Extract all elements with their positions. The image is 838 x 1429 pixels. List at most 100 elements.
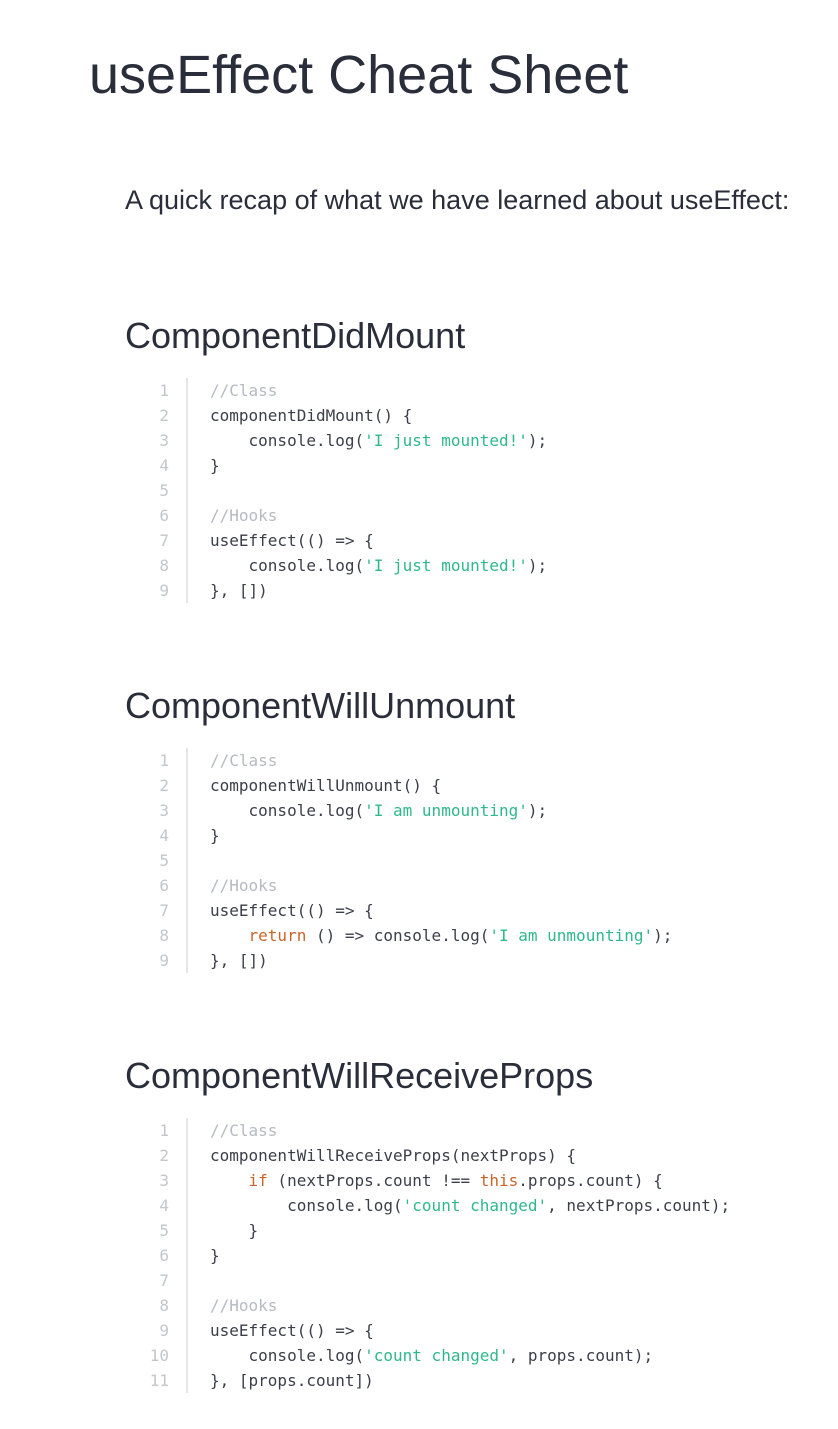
code-token: () => console.log( — [306, 926, 490, 945]
line-number: 6 — [125, 873, 188, 898]
code-text: //Class — [188, 1118, 277, 1143]
code-line: 6 //Hooks — [125, 503, 825, 528]
line-number: 3 — [125, 1168, 188, 1193]
code-token: } — [210, 1246, 220, 1265]
code-token: , props.count); — [508, 1346, 654, 1365]
code-line: 4 console.log('count changed', nextProps… — [125, 1193, 825, 1218]
line-number: 11 — [125, 1368, 188, 1393]
code-line: 1 //Class — [125, 378, 825, 403]
code-line: 4} — [125, 823, 825, 848]
line-number: 8 — [125, 1293, 188, 1318]
line-number: 8 — [125, 923, 188, 948]
code-token: useEffect(() => { — [210, 531, 374, 550]
code-token: console.log( — [210, 556, 365, 575]
code-block: 1 //Class 2 componentWillReceiveProps(nextP… — [125, 1118, 825, 1393]
code-line: 7 useEffect(() => { — [125, 898, 825, 923]
code-text: //Hooks — [188, 1293, 277, 1318]
code-line: 3 console.log('I am unmounting'); — [125, 798, 825, 823]
line-number: 4 — [125, 453, 188, 478]
line-number: 1 — [125, 378, 188, 403]
code-token: useEffect(() => { — [210, 1321, 374, 1340]
line-number: 4 — [125, 1193, 188, 1218]
code-token: , nextProps.count); — [547, 1196, 731, 1215]
line-number: 7 — [125, 898, 188, 923]
code-line: 8 //Hooks — [125, 1293, 825, 1318]
code-line: 2 componentWillReceiveProps(nextProps) { — [125, 1143, 825, 1168]
line-number: 5 — [125, 848, 188, 873]
code-token: 'count changed' — [364, 1346, 509, 1365]
code-token: componentWillUnmount() { — [210, 776, 442, 795]
code-token: ); — [653, 926, 673, 945]
code-text: console.log('I just mounted!'); — [188, 553, 548, 578]
code-line: 6 //Hooks — [125, 873, 825, 898]
section-heading: ComponentDidMount — [125, 315, 466, 356]
code-line: 3 if (nextProps.count !== this.props.cou… — [125, 1168, 825, 1193]
intro-text: A quick recap of what we have learned ab… — [125, 185, 790, 215]
code-line: 5 — [125, 848, 825, 873]
code-token: componentDidMount() { — [210, 406, 413, 425]
line-number: 3 — [125, 798, 188, 823]
code-line: 2 componentWillUnmount() { — [125, 773, 825, 798]
code-text: //Class — [188, 748, 277, 773]
code-line: 1 //Class — [125, 748, 825, 773]
section-component-will-unmount: ComponentWillUnmount 1 //Class 2 componentW… — [125, 684, 825, 973]
code-text: } — [188, 453, 220, 478]
code-token: //Hooks — [210, 876, 278, 895]
code-line: 5 — [125, 478, 825, 503]
code-token: return — [248, 926, 307, 945]
code-text: componentWillUnmount() { — [188, 773, 441, 798]
code-token: } — [210, 1221, 259, 1240]
code-text: } — [188, 1218, 259, 1243]
code-text: componentDidMount() { — [188, 403, 412, 428]
section-heading: ComponentWillUnmount — [125, 685, 516, 726]
code-line: 7 useEffect(() => { — [125, 528, 825, 553]
code-token: } — [210, 826, 220, 845]
code-line: 1 //Class — [125, 1118, 825, 1143]
code-token: } — [210, 456, 220, 475]
code-token: 'I am unmounting' — [364, 801, 528, 820]
code-text: }, []) — [188, 948, 268, 973]
code-text: console.log('I just mounted!'); — [188, 428, 548, 453]
line-number: 5 — [125, 478, 188, 503]
line-number: 1 — [125, 1118, 188, 1143]
code-text: //Hooks — [188, 503, 277, 528]
code-token: //Class — [210, 381, 278, 400]
code-token: useEffect(() => { — [210, 901, 374, 920]
line-number: 1 — [125, 748, 188, 773]
code-line: 8 console.log('I just mounted!'); — [125, 553, 825, 578]
code-token: //Class — [210, 1121, 278, 1140]
code-token: componentWillReceiveProps(nextProps) { — [210, 1146, 577, 1165]
code-token: }, []) — [210, 581, 268, 600]
code-token: }, [props.count]) — [210, 1371, 374, 1390]
code-token: 'I am unmounting' — [489, 926, 654, 945]
line-number: 5 — [125, 1218, 188, 1243]
code-text: //Hooks — [188, 873, 277, 898]
code-token: ); — [527, 801, 548, 820]
code-token: console.log( — [210, 1196, 403, 1215]
code-token: console.log( — [210, 1346, 365, 1365]
line-number: 10 — [125, 1343, 188, 1368]
code-text: }, [props.count]) — [188, 1368, 374, 1393]
code-text: useEffect(() => { — [188, 528, 374, 553]
code-text: console.log('count changed', nextProps.c… — [188, 1193, 730, 1218]
line-number: 9 — [125, 948, 188, 973]
line-number: 4 — [125, 823, 188, 848]
section-heading: ComponentWillReceiveProps — [125, 1055, 594, 1096]
code-line: 4} — [125, 453, 825, 478]
code-token: console.log( — [210, 801, 365, 820]
line-number: 7 — [125, 528, 188, 553]
code-line: 11 }, [props.count]) — [125, 1368, 825, 1393]
code-token: console.log( — [210, 431, 365, 450]
code-text: componentWillReceiveProps(nextProps) { — [188, 1143, 576, 1168]
code-token: ); — [527, 431, 548, 450]
code-text: if (nextProps.count !== this.props.count… — [188, 1168, 663, 1193]
line-number: 9 — [125, 578, 188, 603]
code-text: }, []) — [188, 578, 268, 603]
code-token: if — [248, 1171, 268, 1190]
code-token: this — [479, 1171, 519, 1190]
section-component-did-mount: ComponentDidMount 1 //Class 2 componentDidM… — [125, 314, 825, 603]
code-line: 2 componentDidMount() { — [125, 403, 825, 428]
code-block: 1 //Class 2 componentDidMount() {3 console.… — [125, 378, 825, 603]
